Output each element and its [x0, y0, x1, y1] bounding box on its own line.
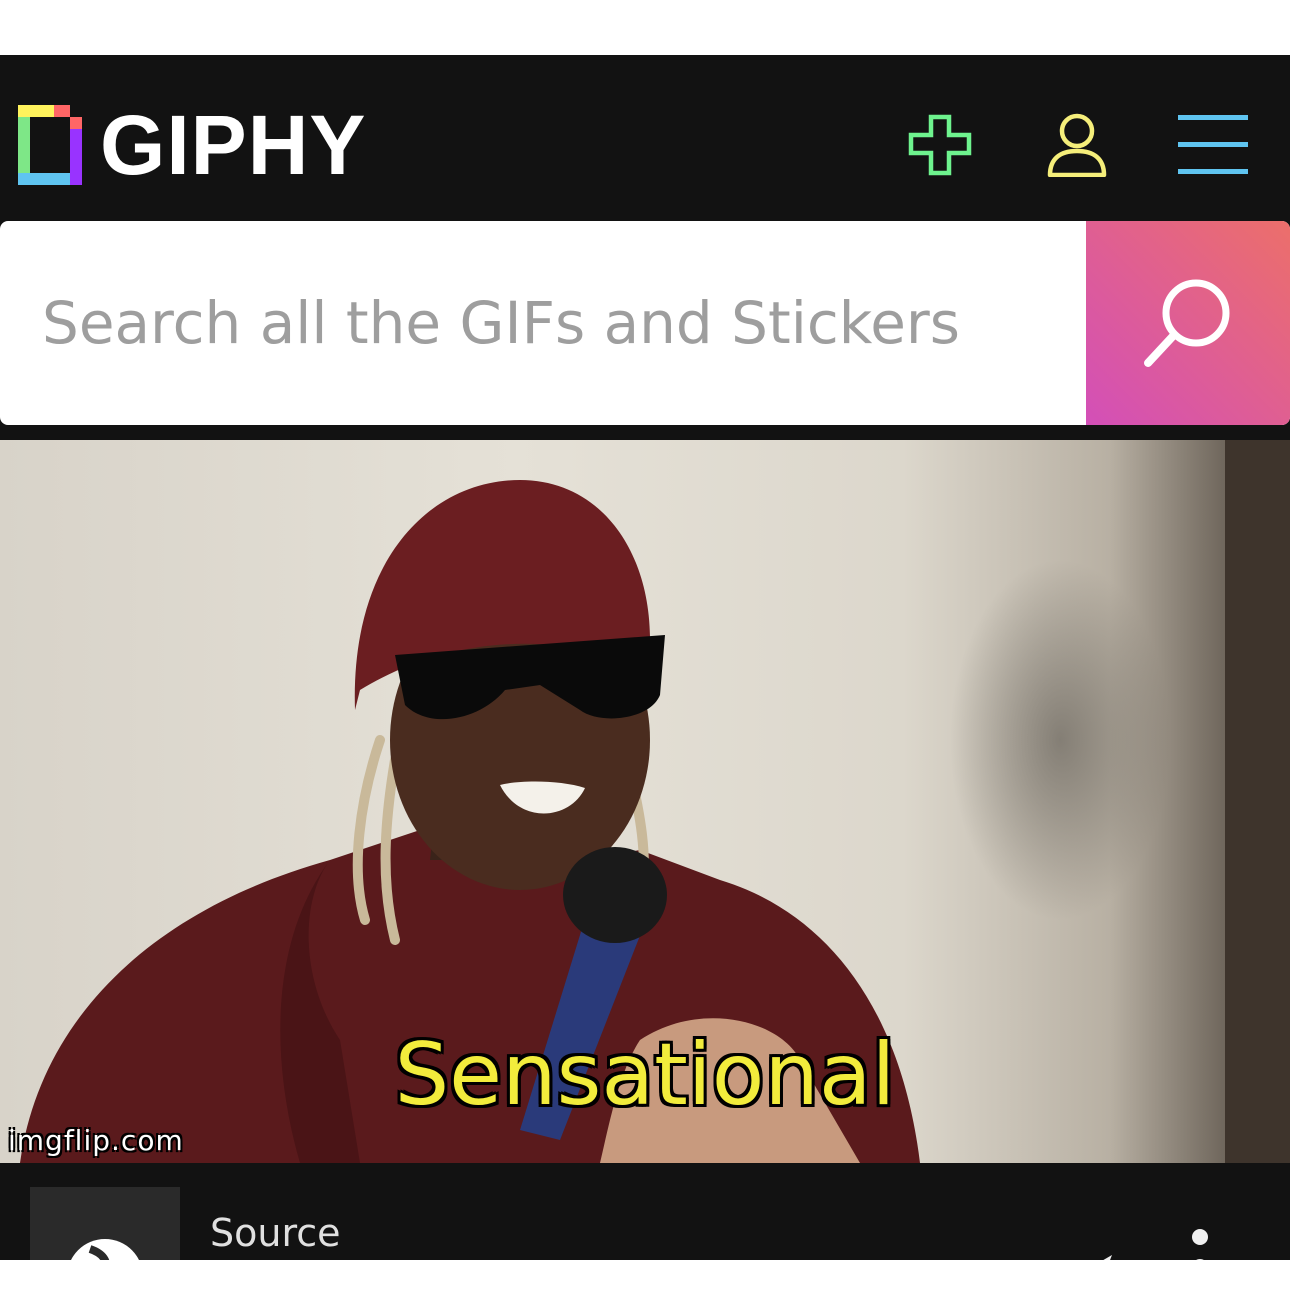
source-label[interactable]: Source	[210, 1211, 341, 1255]
hamburger-menu-icon[interactable]	[1178, 113, 1248, 177]
gif-caption: Sensational	[394, 1025, 896, 1125]
gif-player[interactable]: Sensational imgflip.com	[0, 440, 1290, 1163]
gif-watermark: imgflip.com	[8, 1124, 184, 1157]
search-bar	[0, 221, 1290, 425]
more-options-icon[interactable]	[1180, 1225, 1220, 1260]
gif-info-bar: Source	[0, 1163, 1290, 1260]
giphy-wordmark: GIPHY	[100, 98, 367, 192]
search-button[interactable]	[1086, 221, 1290, 425]
top-navigation-bar: GIPHY	[0, 55, 1290, 221]
user-icon[interactable]	[1042, 113, 1112, 177]
share-icon[interactable]	[1040, 1233, 1120, 1260]
globe-icon	[71, 1239, 139, 1260]
creator-avatar[interactable]	[30, 1187, 180, 1260]
giphy-logo-mark-icon	[18, 105, 82, 185]
search-input[interactable]	[0, 221, 1086, 425]
search-icon	[1144, 279, 1230, 367]
giphy-logo[interactable]: GIPHY	[18, 98, 367, 192]
upload-plus-icon[interactable]	[905, 113, 975, 177]
giphy-app: GIPHY Search all the GIFs and Stickers S…	[0, 55, 1290, 1260]
